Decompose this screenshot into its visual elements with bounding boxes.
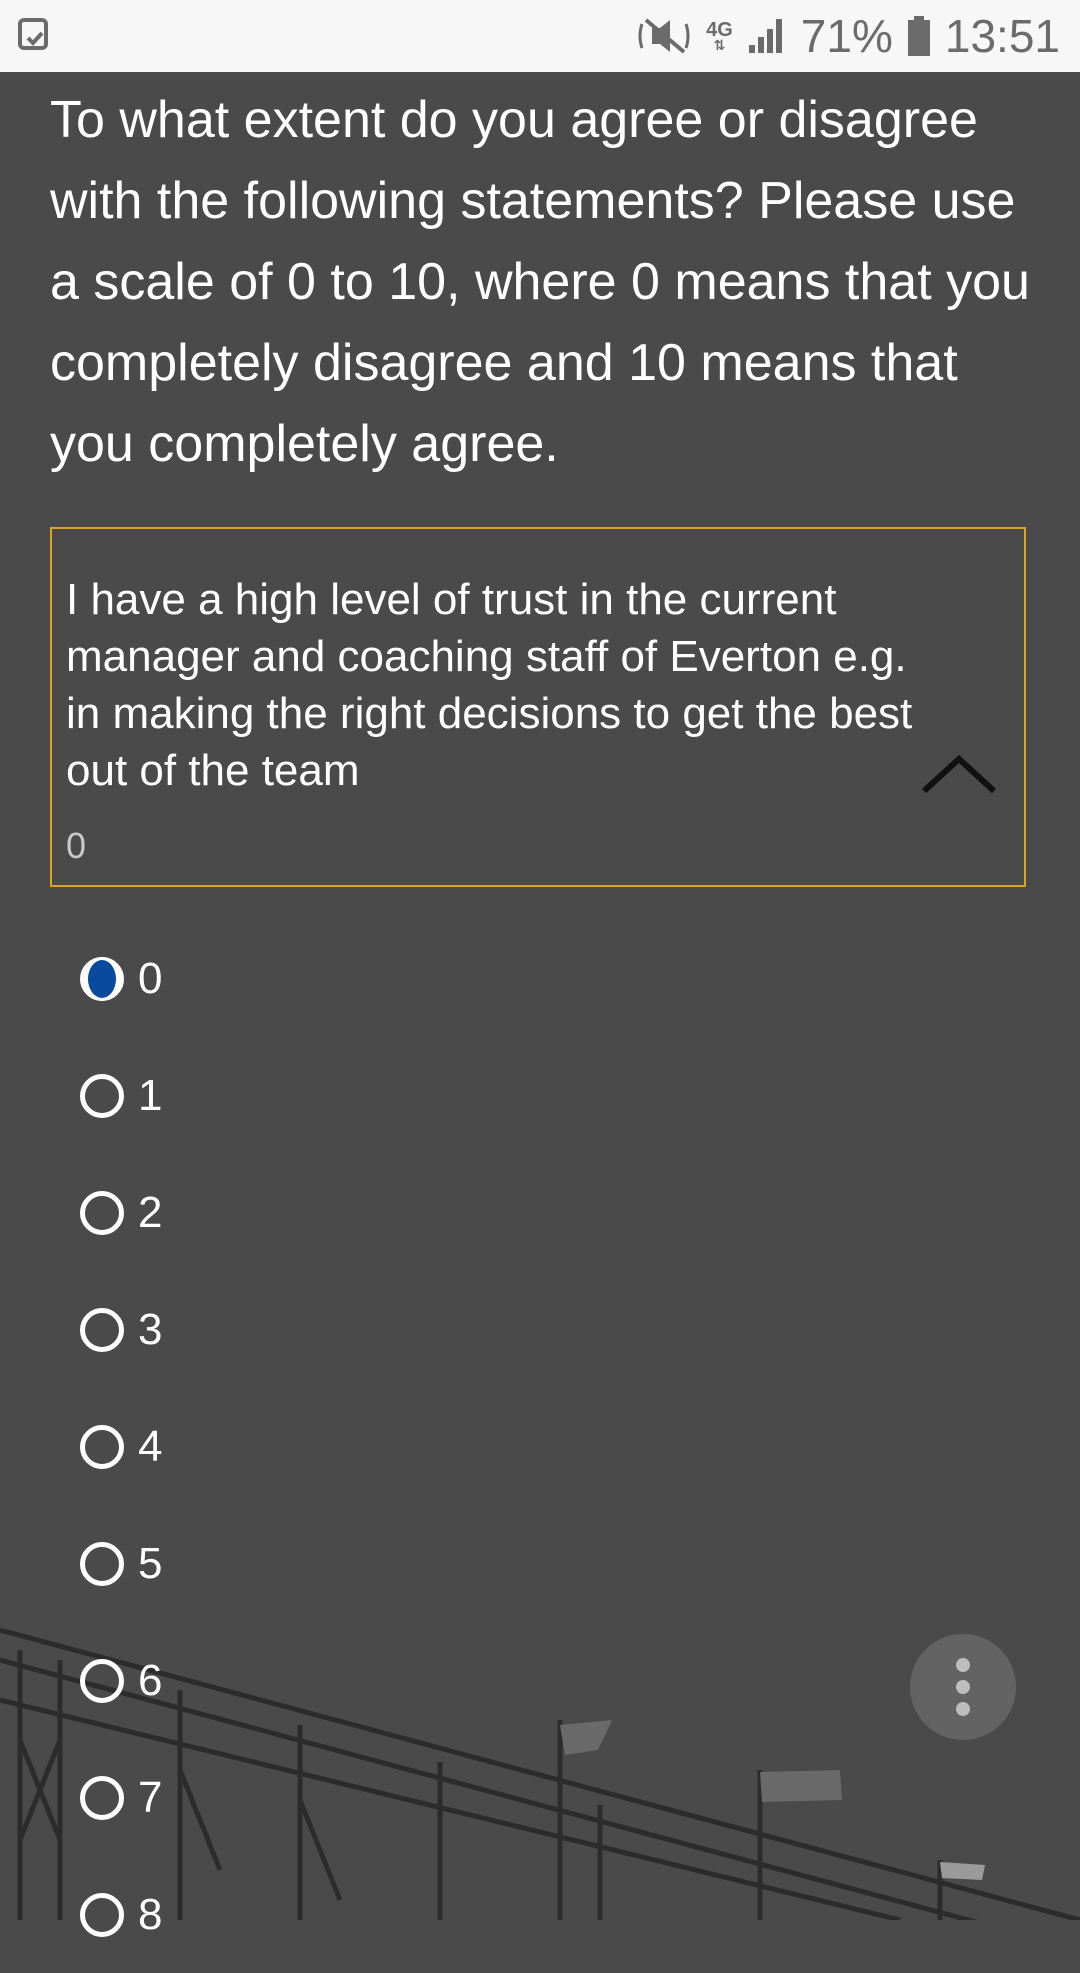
radio-option-3[interactable]: 3: [80, 1271, 162, 1388]
statement-text: I have a high level of trust in the curr…: [66, 575, 913, 795]
radio-button[interactable]: [80, 1658, 124, 1703]
option-label: 4: [138, 1421, 163, 1471]
statement-dropdown[interactable]: I have a high level of trust in the curr…: [50, 527, 1026, 887]
option-label: 0: [138, 953, 163, 1003]
rating-options: 0 1 2 3 4 5 6 7 8: [80, 920, 162, 1973]
mute-icon: [638, 16, 692, 56]
option-label: 3: [138, 1304, 163, 1354]
radio-button[interactable]: [80, 1073, 124, 1118]
radio-button[interactable]: [80, 1541, 124, 1586]
option-label: 1: [138, 1070, 163, 1120]
survey-question: To what extent do you agree or disagree …: [50, 91, 1030, 473]
battery-icon: [907, 16, 931, 56]
selected-value: 0: [66, 825, 87, 866]
radio-option-2[interactable]: 2: [80, 1154, 162, 1271]
radio-button[interactable]: [80, 1190, 124, 1235]
radio-option-6[interactable]: 6: [80, 1622, 162, 1739]
network-4g-icon: 4G ⇅: [706, 19, 733, 53]
radio-button[interactable]: [80, 1424, 124, 1469]
radio-option-5[interactable]: 5: [80, 1505, 162, 1622]
notification-icon: [18, 16, 50, 54]
clock: 13:51: [944, 10, 1060, 62]
option-label: 8: [138, 1889, 163, 1939]
option-label: 6: [138, 1655, 163, 1705]
option-label: 7: [138, 1772, 163, 1822]
option-label: 5: [138, 1538, 163, 1588]
more-options-button[interactable]: [910, 1634, 1016, 1740]
radio-button[interactable]: [80, 1775, 124, 1820]
status-bar: 4G ⇅ 71% 13:51: [0, 0, 1080, 72]
radio-button-selected[interactable]: [80, 956, 124, 1001]
radio-button[interactable]: [80, 1307, 124, 1352]
radio-option-7[interactable]: 7: [80, 1739, 162, 1856]
signal-icon: [747, 17, 787, 55]
radio-option-4[interactable]: 4: [80, 1388, 162, 1505]
battery-percent: 71%: [800, 10, 893, 62]
chevron-up-icon[interactable]: [920, 751, 998, 797]
more-vert-icon: [956, 1658, 970, 1672]
radio-option-1[interactable]: 1: [80, 1037, 162, 1154]
radio-option-8[interactable]: 8: [80, 1856, 162, 1973]
radio-option-0[interactable]: 0: [80, 920, 162, 1037]
option-label: 2: [138, 1187, 163, 1237]
radio-button[interactable]: [80, 1892, 124, 1937]
